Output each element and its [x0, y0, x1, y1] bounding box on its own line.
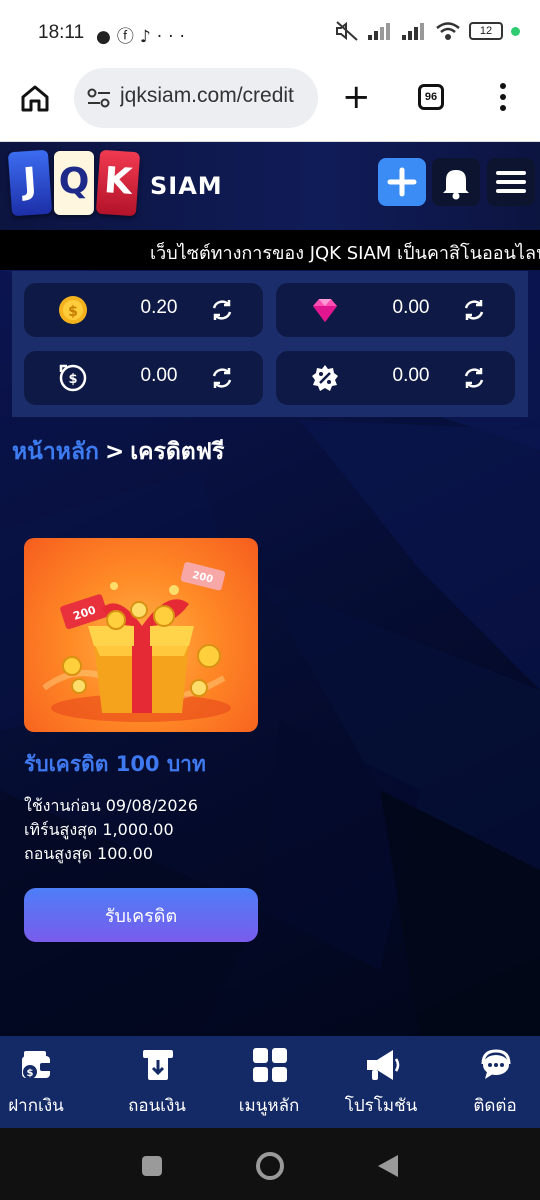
battery-icon: 12 [469, 22, 503, 40]
withdraw-atm-icon [143, 1050, 173, 1080]
nav-promotion[interactable]: โปรโมชัน [327, 1036, 435, 1128]
deposit-wallet-icon: $ [22, 1051, 52, 1079]
cashback-icon: $ [59, 364, 87, 392]
support-chat-icon [481, 1049, 511, 1079]
notification-button[interactable] [432, 158, 480, 206]
refresh-icon[interactable] [461, 365, 487, 391]
promo-max-turnover: เทิร์นสูงสุด 1,000.00 [24, 820, 174, 839]
logo-card-j: J [7, 149, 53, 217]
refresh-icon[interactable] [209, 297, 235, 323]
promo-max-withdraw: ถอนสูงสุด 100.00 [24, 844, 154, 863]
megaphone-icon [367, 1050, 400, 1080]
site-settings-icon[interactable] [86, 86, 112, 110]
hamburger-menu-button[interactable] [487, 158, 535, 206]
signal-icon-2 [402, 23, 424, 40]
announcement-marquee: เว็บไซต์ทางการของ JQK SIAM เป็นคาสิโนออน… [0, 230, 540, 270]
breadcrumb-current: เครดิตฟรี [130, 439, 225, 465]
svg-text:$: $ [27, 1068, 34, 1079]
gift-box-illustration: 200 200 [42, 562, 231, 722]
url-text[interactable]: jqksiam.com/credit [120, 84, 310, 108]
main-menu-grid-icon [253, 1048, 287, 1082]
bottom-navigation: $ ฝากเงิน ถอนเงิน เมนูหลัก โปรโมชัน ติดต… [0, 1036, 540, 1128]
nav-withdraw[interactable]: ถอนเงิน [103, 1036, 211, 1128]
home-icon[interactable] [20, 84, 50, 112]
nav-main-menu[interactable]: เมนูหลัก [215, 1036, 323, 1128]
promo-title: รับเครดิต 100 บาท [24, 752, 206, 776]
wallet-credit: $ 0.20 [24, 283, 263, 337]
wallet-gem-value: 0.00 [392, 297, 430, 318]
tab-switcher-button[interactable]: 96 [418, 84, 444, 110]
promo-use-before: ใช้งานก่อน 09/08/2026 [24, 796, 198, 815]
coin-icon: $ [59, 296, 87, 324]
signal-icon-1 [368, 23, 390, 40]
hamburger-icon [496, 171, 526, 193]
browser-toolbar: jqksiam.com/credit + 96 [0, 66, 540, 142]
refresh-icon[interactable] [209, 365, 235, 391]
notification-icons: ●ⓕ♪··· [96, 22, 191, 47]
breadcrumb-home-link[interactable]: หน้าหลัก [12, 439, 99, 465]
site-header: J Q K SIAM [0, 142, 540, 230]
breadcrumb-separator: > [104, 439, 125, 465]
wallet-cashback-value: 0.00 [140, 365, 178, 386]
chat-bubble-icon: ● [96, 27, 117, 47]
svg-text:$: $ [68, 372, 77, 387]
facebook-icon: ⓕ [116, 27, 140, 47]
wallet-panel: $ 0.20 0.00 $ 0.00 0.00 [12, 271, 528, 417]
brand-text: SIAM [150, 172, 223, 200]
logo-card-q: Q [54, 151, 94, 215]
music-note-icon: ♪ [139, 27, 157, 47]
logo-card-k: K [95, 149, 141, 217]
wallet-discount-value: 0.00 [392, 365, 430, 386]
wallet-credit-value: 0.20 [140, 297, 178, 318]
mute-icon [336, 21, 358, 41]
nav-deposit-label: ฝากเงิน [8, 1096, 64, 1116]
breadcrumb: หน้าหลัก > เครดิตฟรี [12, 434, 224, 470]
wallet-gem: 0.00 [276, 283, 515, 337]
android-navigation-bar [0, 1128, 540, 1200]
home-button[interactable] [254, 1150, 286, 1182]
nav-main-menu-label: เมนูหลัก [238, 1096, 300, 1116]
wallet-cashback: $ 0.00 [24, 351, 263, 405]
back-button[interactable] [376, 1153, 400, 1179]
promo-gift-image: 200 200 [24, 538, 258, 732]
add-button[interactable] [378, 158, 426, 206]
more-dots-icon: ··· [156, 27, 191, 47]
wallet-discount: 0.00 [276, 351, 515, 405]
address-bar[interactable]: jqksiam.com/credit [74, 68, 318, 128]
marquee-text: เว็บไซต์ทางการของ JQK SIAM เป็นคาสิโนออน… [150, 243, 540, 264]
nav-promotion-label: โปรโมชัน [344, 1096, 418, 1116]
recent-apps-button[interactable] [140, 1154, 164, 1178]
status-right: 12 [335, 20, 520, 42]
status-time: 18:11 [38, 22, 85, 43]
privacy-dot [511, 26, 520, 36]
plus-icon [387, 167, 417, 197]
nav-withdraw-label: ถอนเงิน [128, 1096, 186, 1116]
nav-contact[interactable]: ติดต่อ [441, 1036, 540, 1128]
nav-contact-label: ติดต่อ [473, 1096, 517, 1116]
browser-menu-icon[interactable] [496, 82, 510, 112]
claim-credit-button[interactable]: รับเครดิต [24, 888, 258, 942]
svg-text:$: $ [68, 304, 78, 320]
gem-icon [313, 299, 337, 322]
brand-logo[interactable]: J Q K [7, 149, 142, 219]
nav-deposit[interactable]: $ ฝากเงิน [0, 1036, 90, 1128]
new-tab-button[interactable]: + [342, 80, 371, 114]
discount-icon [312, 365, 338, 391]
status-bar: 18:11 ●ⓕ♪··· 12 [0, 0, 540, 66]
refresh-icon[interactable] [461, 297, 487, 323]
bell-icon [443, 170, 469, 200]
wifi-icon [436, 22, 460, 40]
